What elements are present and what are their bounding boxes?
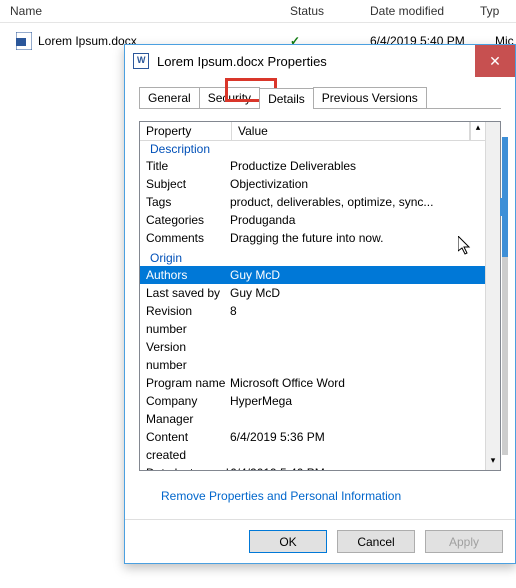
dialog-scroll-thumb[interactable]	[502, 137, 508, 257]
properties-dialog: Lorem Ipsum.docx Properties ✕ General Se…	[124, 44, 516, 564]
grid-header: Property Value ▴	[140, 122, 485, 141]
row-categories[interactable]: CategoriesProduganda	[140, 211, 485, 229]
row-authors[interactable]: AuthorsGuy McD	[140, 266, 485, 284]
tab-general[interactable]: General	[139, 87, 200, 108]
remove-properties-link[interactable]: Remove Properties and Personal Informati…	[161, 489, 401, 503]
grid-header-value[interactable]: Value	[232, 122, 470, 140]
dialog-title: Lorem Ipsum.docx Properties	[157, 54, 327, 69]
docx-icon	[16, 32, 32, 50]
tab-security[interactable]: Security	[199, 87, 260, 108]
row-subject[interactable]: SubjectObjectivization	[140, 175, 485, 193]
dialog-scroll-track[interactable]	[502, 137, 508, 455]
close-button[interactable]: ✕	[475, 45, 515, 77]
col-header-status[interactable]: Status	[290, 4, 370, 18]
apply-button[interactable]: Apply	[425, 530, 503, 553]
grid-header-property[interactable]: Property	[140, 122, 232, 140]
tab-previous-versions[interactable]: Previous Versions	[313, 87, 427, 108]
ok-button[interactable]: OK	[249, 530, 327, 553]
col-header-name[interactable]: Name	[0, 4, 290, 18]
dialog-scroll-tab-icon[interactable]	[500, 198, 508, 216]
details-panel: Property Value ▴ Description TitleProduc…	[139, 108, 501, 503]
row-tags[interactable]: Tagsproduct, deliverables, optimize, syn…	[140, 193, 485, 211]
grid-scrollbar[interactable]: ▾	[485, 122, 500, 470]
group-description: Description	[140, 141, 485, 157]
property-grid: Property Value ▴ Description TitleProduc…	[139, 121, 501, 471]
row-date-last-saved[interactable]: Date last saved6/4/2019 5:40 PM	[140, 464, 485, 470]
scroll-up-button[interactable]: ▴	[470, 122, 485, 140]
dialog-button-row: OK Cancel Apply	[125, 519, 515, 563]
col-header-type[interactable]: Typ	[480, 4, 516, 18]
cancel-button[interactable]: Cancel	[337, 530, 415, 553]
row-program-name[interactable]: Program nameMicrosoft Office Word	[140, 374, 485, 392]
tab-row: General Security Details Previous Versio…	[125, 77, 515, 108]
row-last-saved-by[interactable]: Last saved byGuy McD	[140, 284, 485, 302]
row-company[interactable]: CompanyHyperMega	[140, 392, 485, 410]
word-doc-icon	[133, 53, 149, 69]
row-manager[interactable]: Manager	[140, 410, 485, 428]
close-icon: ✕	[489, 53, 501, 70]
explorer-column-headers: Name Status Date modified Typ	[0, 0, 516, 23]
tab-details[interactable]: Details	[259, 88, 314, 109]
col-header-date[interactable]: Date modified	[370, 4, 480, 18]
row-revision-number[interactable]: Revision number8	[140, 302, 485, 338]
titlebar[interactable]: Lorem Ipsum.docx Properties ✕	[125, 45, 515, 77]
group-origin: Origin	[140, 247, 485, 266]
row-title[interactable]: TitleProductize Deliverables	[140, 157, 485, 175]
row-content-created[interactable]: Content created6/4/2019 5:36 PM	[140, 428, 485, 464]
scroll-down-button[interactable]: ▾	[486, 455, 500, 470]
row-comments[interactable]: CommentsDragging the future into now.	[140, 229, 485, 247]
row-version-number[interactable]: Version number	[140, 338, 485, 374]
